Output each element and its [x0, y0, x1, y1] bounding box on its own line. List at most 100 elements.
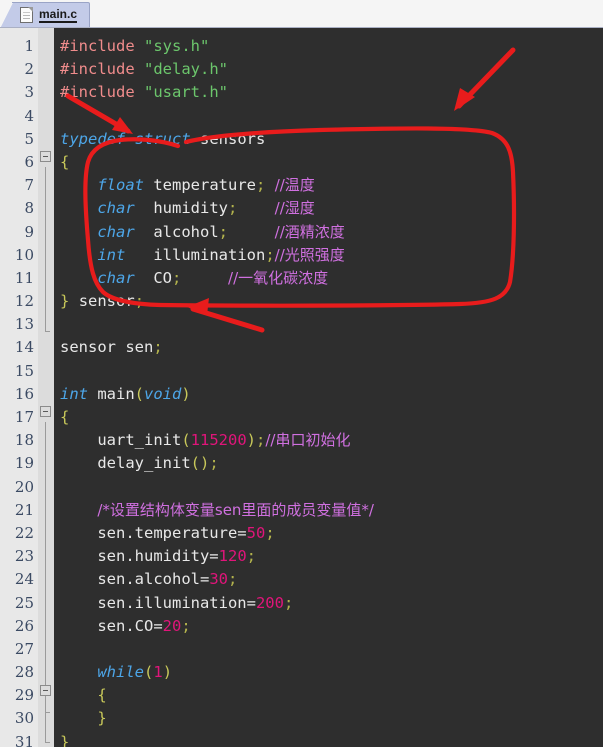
- call-uart-init: uart_init: [97, 431, 182, 450]
- comment-illumination: //光照强度: [274, 245, 345, 264]
- line-number: 14: [14, 338, 34, 357]
- semicolon: ;: [265, 245, 275, 264]
- struct-tag-sensors: sensors: [200, 129, 266, 148]
- code-line-9: char alcohol; //酒精浓度: [60, 221, 603, 244]
- fold-toggle-struct[interactable]: [40, 151, 51, 162]
- tab-label: main.c: [39, 7, 78, 23]
- semicolon: ;: [246, 547, 256, 566]
- line-number: 2: [24, 60, 34, 79]
- semicolon: ;: [256, 431, 266, 450]
- baud-rate-value: 115200: [190, 431, 247, 450]
- code-text[interactable]: #include "sys.h" #include "delay.h" #inc…: [54, 28, 603, 747]
- line-number: 3: [24, 83, 34, 102]
- code-line-14: sensor sen;: [60, 336, 603, 359]
- code-line-22: sen.temperature=50;: [60, 522, 603, 545]
- line-number: 18: [14, 431, 34, 450]
- code-line-26: sen.CO=20;: [60, 615, 603, 638]
- code-line-30: }: [60, 707, 603, 730]
- brace-open: {: [60, 408, 70, 426]
- fold-column[interactable]: [38, 28, 54, 747]
- code-line-1: #include "sys.h": [60, 35, 603, 58]
- member-temperature: temperature: [153, 176, 256, 195]
- assign-temperature-lhs: sen.temperature=: [97, 523, 247, 542]
- semicolon: ;: [283, 593, 294, 612]
- brace-close: }: [97, 709, 107, 728]
- member-illumination: illumination: [153, 245, 266, 264]
- line-number: 10: [14, 245, 34, 264]
- code-line-17: {: [60, 406, 603, 429]
- code-line-18: uart_init(115200);//串口初始化: [60, 429, 603, 452]
- line-number: 11: [14, 268, 34, 287]
- line-number: 29: [14, 686, 34, 705]
- assign-temperature-value: 50: [246, 523, 266, 542]
- include-path-usart: "usart.h": [144, 83, 228, 102]
- code-line-2: #include "delay.h": [60, 58, 603, 81]
- preprocessor-include: #include: [60, 83, 135, 102]
- brace-close: }: [60, 292, 70, 311]
- line-number: 19: [14, 454, 34, 473]
- code-line-8: char humidity; //湿度: [60, 197, 603, 220]
- include-path-delay: "delay.h": [144, 60, 228, 79]
- comment-humidity: //湿度: [274, 199, 315, 218]
- variable-sen: sen: [125, 338, 154, 357]
- paren-open: (: [181, 431, 191, 450]
- semicolon: ;: [172, 268, 182, 287]
- line-number: 12: [14, 292, 34, 311]
- line-number: 5: [24, 129, 34, 148]
- code-line-29: {: [60, 684, 603, 707]
- member-humidity: humidity: [153, 199, 228, 218]
- semicolon: ;: [256, 176, 266, 195]
- assign-co-value: 20: [162, 616, 182, 635]
- line-number: 23: [14, 547, 34, 566]
- code-line-28: while(1): [60, 661, 603, 684]
- comment-temperature: //温度: [274, 176, 315, 195]
- line-number-gutter: 1 2 3 4 5 6 7 8 9 10 11 12 13 14 15 16 1…: [0, 28, 38, 747]
- code-area[interactable]: 1 2 3 4 5 6 7 8 9 10 11 12 13 14 15 16 1…: [0, 27, 603, 747]
- paren-close: ): [162, 663, 173, 682]
- fold-end-main: [45, 742, 50, 743]
- code-line-19: delay_init();: [60, 452, 603, 475]
- code-line-21: /*设置结构体变量sen里面的成员变量值*/: [60, 499, 603, 522]
- comment-co: //一氧化碳浓度: [228, 268, 329, 287]
- fold-end-while: [45, 712, 50, 713]
- line-number: 21: [14, 500, 34, 519]
- line-number: 8: [24, 199, 34, 218]
- keyword-int: int: [60, 384, 88, 403]
- tab-main-c[interactable]: main.c: [0, 2, 91, 27]
- assign-alcohol-lhs: sen.alcohol=: [97, 570, 210, 589]
- paren-close: ): [181, 384, 191, 403]
- line-number: 27: [14, 639, 34, 658]
- preprocessor-include: #include: [60, 60, 135, 79]
- keyword-void: void: [144, 384, 182, 403]
- typedef-name-sensor: sensor: [78, 292, 135, 311]
- member-alcohol: alcohol: [153, 222, 219, 241]
- fold-end-struct: [45, 331, 50, 332]
- fold-toggle-main[interactable]: [40, 406, 51, 417]
- fold-toggle-while[interactable]: [40, 685, 51, 696]
- code-line-24: sen.alcohol=30;: [60, 568, 603, 591]
- line-number: 25: [14, 593, 34, 612]
- line-number: 15: [14, 361, 34, 380]
- line-number: 17: [14, 408, 34, 426]
- preprocessor-include: #include: [60, 37, 135, 55]
- semicolon: ;: [209, 454, 219, 473]
- line-number: 28: [14, 663, 34, 682]
- code-line-6: {: [60, 151, 603, 174]
- code-line-23: sen.humidity=120;: [60, 545, 603, 568]
- brace-close: }: [60, 732, 70, 747]
- keyword-while: while: [97, 663, 144, 682]
- member-co: CO: [153, 268, 172, 287]
- assign-illumination-value: 200: [255, 593, 284, 612]
- assign-alcohol-value: 30: [209, 570, 228, 589]
- keyword-char: char: [97, 222, 135, 241]
- line-number: 1: [24, 37, 34, 55]
- comment-block-set-members: /*设置结构体变量sen里面的成员变量值*/: [97, 500, 374, 519]
- code-line-3: #include "usart.h": [60, 81, 603, 104]
- line-number: 9: [24, 222, 34, 241]
- assign-illumination-lhs: sen.illumination=: [97, 593, 256, 612]
- paren-open: (: [134, 384, 145, 403]
